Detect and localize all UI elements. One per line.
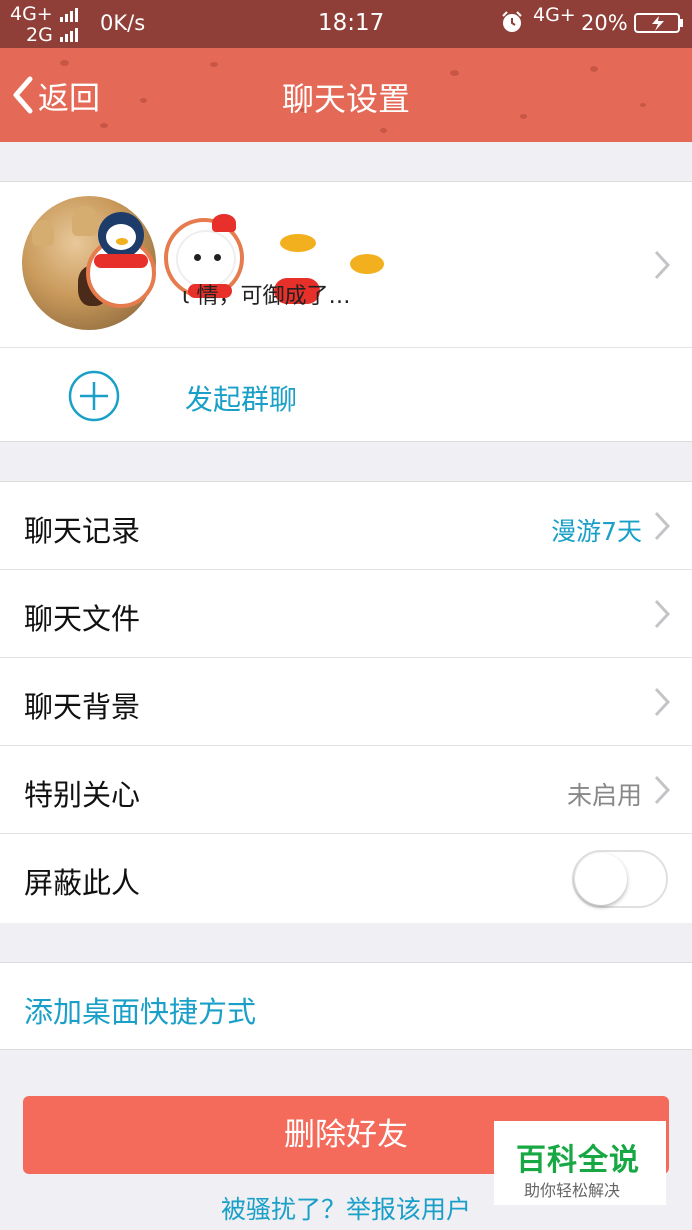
penguin-sticker xyxy=(86,212,156,308)
network-type-primary: 4G+ xyxy=(10,3,53,25)
battery-percent: 20% xyxy=(581,11,628,35)
chevron-right-icon xyxy=(654,599,670,629)
watermark: 百科全说 助你轻松解决 xyxy=(494,1121,666,1205)
special-care-value: 未启用 xyxy=(566,781,642,810)
watermark-title: 百科全说 xyxy=(516,1143,640,1178)
page-title: 聊天设置 xyxy=(281,80,410,118)
battery-icon xyxy=(634,13,683,33)
add-desktop-shortcut-label: 添加桌面快捷方式 xyxy=(24,995,257,1029)
chat-history-value: 漫游7天 xyxy=(551,517,642,546)
chat-files-label: 聊天文件 xyxy=(24,602,141,636)
chat-background-row[interactable]: 聊天背景 xyxy=(0,658,692,746)
chat-background-label: 聊天背景 xyxy=(24,690,141,724)
special-care-label: 特别关心 xyxy=(24,778,141,812)
add-circle-icon xyxy=(68,370,120,422)
bird-sticker-2 xyxy=(350,254,384,274)
chat-history-row[interactable]: 聊天记录 漫游7天 xyxy=(0,482,692,570)
profile-section: ι 情，可御成了… 发起群聊 xyxy=(0,181,692,442)
network-speed: 0K/s xyxy=(100,11,146,35)
status-bar: 4G+ 2G 0K/s 18:17 4G+ 20% xyxy=(0,0,692,48)
friend-profile-row[interactable]: ι 情，可御成了… xyxy=(0,182,692,347)
block-user-row: 屏蔽此人 xyxy=(0,834,692,923)
block-user-toggle[interactable] xyxy=(572,850,668,908)
block-user-label: 屏蔽此人 xyxy=(24,866,141,900)
network-type-right: 4G+ xyxy=(533,4,576,26)
start-group-chat-label: 发起群聊 xyxy=(185,383,298,416)
network-type-secondary: 2G xyxy=(26,24,53,46)
chevron-right-icon xyxy=(654,511,670,541)
clock: 18:17 xyxy=(318,10,385,36)
chat-files-row[interactable]: 聊天文件 xyxy=(0,570,692,658)
chevron-right-icon xyxy=(654,775,670,805)
friend-signature: ι 情，可御成了… xyxy=(182,284,351,309)
chat-history-label: 聊天记录 xyxy=(24,514,141,548)
toggle-knob xyxy=(575,853,627,905)
special-care-row[interactable]: 特别关心 未启用 xyxy=(0,746,692,834)
chevron-right-icon xyxy=(654,687,670,717)
watermark-subtitle: 助你轻松解决 xyxy=(524,1181,621,1200)
nav-bar: 返回 聊天设置 xyxy=(0,48,692,142)
signal-strength-secondary-icon xyxy=(60,28,78,42)
start-group-chat-row[interactable]: 发起群聊 xyxy=(0,347,692,441)
chevron-right-icon xyxy=(654,250,670,280)
signal-strength-icon xyxy=(60,8,78,22)
alarm-icon xyxy=(502,11,522,32)
bird-sticker-beak xyxy=(280,234,316,252)
settings-section: 聊天记录 漫游7天 聊天文件 聊天背景 特别关心 未启用 屏蔽此人 xyxy=(0,481,692,923)
add-desktop-shortcut-row[interactable]: 添加桌面快捷方式 xyxy=(0,962,692,1050)
